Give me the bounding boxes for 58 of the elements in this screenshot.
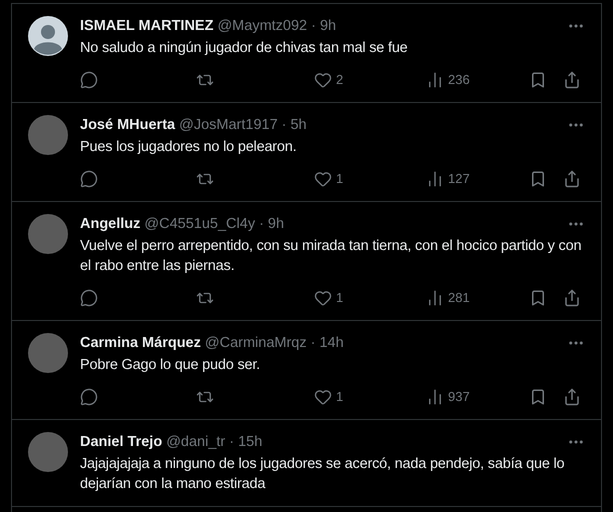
views-icon[interactable] xyxy=(426,71,444,89)
stat-count: 127 xyxy=(448,170,470,188)
separator-dot: · xyxy=(311,17,316,36)
reply-text: No saludo a ningún jugador de chivas tan mal se fue xyxy=(80,39,409,58)
bookmark-icon[interactable] xyxy=(529,71,547,89)
user-name[interactable]: Carmina Márquez xyxy=(80,333,201,353)
views-icon[interactable] xyxy=(426,388,444,406)
stat-count: 1 xyxy=(336,170,344,188)
reply-icon[interactable] xyxy=(80,170,98,188)
like-icon[interactable] xyxy=(314,170,332,188)
reply-text: Pues los jugadores no lo pelearon. xyxy=(80,138,298,157)
share-icon[interactable] xyxy=(563,71,581,89)
avatar-photo-placeholder[interactable] xyxy=(28,214,68,254)
separator-dot: · xyxy=(282,116,286,135)
user-name[interactable]: ISMAEL MARTINEZ xyxy=(80,16,214,36)
reply-text: Jajajajajaja a ninguno de los jugadores se acercó, nada pendejo, sabía que lo dejarían con la mano estirada xyxy=(80,455,566,494)
user-name[interactable]: José MHuerta xyxy=(80,115,176,135)
user-name[interactable]: Angelluz xyxy=(80,214,140,234)
post-time[interactable]: 14h xyxy=(319,333,344,353)
stat-count: 236 xyxy=(448,71,470,90)
like-icon[interactable] xyxy=(314,388,332,406)
user-handle[interactable]: @C4551u5_Cl4y xyxy=(144,214,256,234)
views-icon[interactable] xyxy=(426,289,444,307)
stat-count: 1 xyxy=(336,289,344,308)
default-avatar-icon[interactable] xyxy=(28,16,68,56)
reply-text: Pobre Gago lo que pudo ser. xyxy=(80,356,262,375)
bookmark-icon[interactable] xyxy=(529,388,547,406)
stat-count: 937 xyxy=(448,388,470,406)
user-name[interactable]: Daniel Trejo xyxy=(80,432,162,452)
user-handle[interactable]: @dani_tr xyxy=(166,432,226,452)
user-handle[interactable]: @CarminaMrqz xyxy=(204,333,307,353)
post-time[interactable]: 9h xyxy=(268,214,284,234)
stat-count: 281 xyxy=(448,289,470,308)
reply-icon[interactable] xyxy=(80,71,98,89)
user-handle[interactable]: @Maymtz092 xyxy=(217,16,308,36)
share-icon[interactable] xyxy=(563,289,581,307)
separator-dot: · xyxy=(310,334,316,353)
views-icon[interactable] xyxy=(426,170,444,188)
separator-dot: · xyxy=(229,433,234,452)
avatar-photo-placeholder[interactable] xyxy=(28,432,68,472)
post-time[interactable]: 15h xyxy=(238,432,262,452)
post-time[interactable]: 9h xyxy=(320,16,336,36)
post-time[interactable]: 5h xyxy=(290,115,307,135)
bookmark-icon[interactable] xyxy=(529,289,547,307)
like-icon[interactable] xyxy=(314,71,332,89)
separator-dot: · xyxy=(259,215,264,234)
share-icon[interactable] xyxy=(563,170,581,188)
reply-text: Vuelve el perro arrepentido, con su mirada tan tierna, con el hocico partido y con el rabo entre las piernas. xyxy=(80,237,582,276)
avatar-photo-placeholder[interactable] xyxy=(28,333,68,373)
like-icon[interactable] xyxy=(314,289,332,307)
avatar-photo-placeholder[interactable] xyxy=(28,115,68,155)
share-icon[interactable] xyxy=(563,388,581,406)
stat-count: 2 xyxy=(336,71,344,90)
user-handle[interactable]: @JosMart1917 xyxy=(179,115,278,135)
bookmark-icon[interactable] xyxy=(529,170,547,188)
reply-icon[interactable] xyxy=(80,289,98,307)
reply-icon[interactable] xyxy=(80,388,98,406)
stat-count: 1 xyxy=(336,388,344,406)
